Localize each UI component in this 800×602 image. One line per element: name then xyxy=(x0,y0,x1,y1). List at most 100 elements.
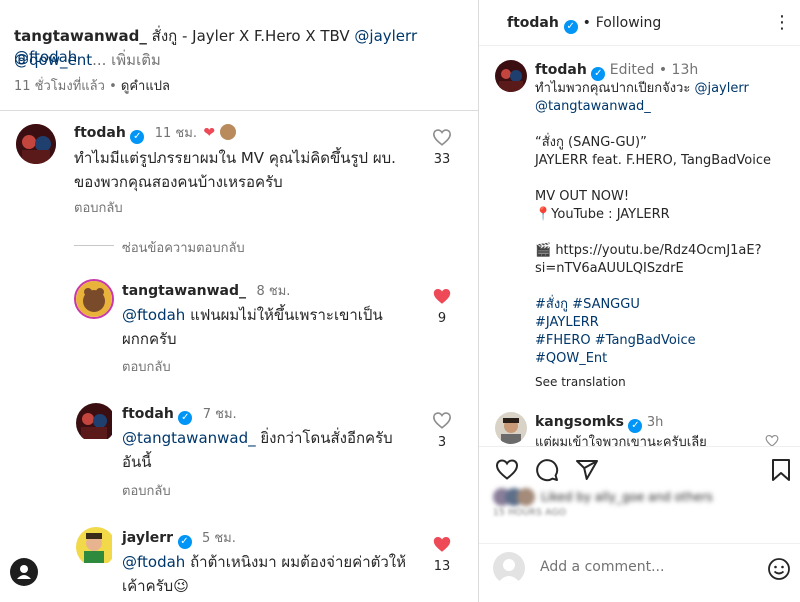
caption-line: 📍YouTube : JAYLERR xyxy=(535,207,670,222)
caption-line: ทำไมพวกคุณปากเปียกจังวะ @jaylerr xyxy=(535,80,749,98)
avatar-image-tangtawanwad xyxy=(76,281,112,317)
caption-meta: 11 ชั่วโมงที่แล้ว • ดูคำแปล xyxy=(14,75,170,96)
avatar-image-kangsomks xyxy=(495,412,527,444)
caption-line: @tangtawanwad_ xyxy=(535,98,651,116)
heart-filled-icon[interactable] xyxy=(432,535,452,553)
comment-text: แต่ผมเข้าใจพวกเขานะครับเลีย xyxy=(535,435,707,446)
hide-replies-button[interactable]: ซ่อนข้อความตอบกลับ xyxy=(122,237,245,258)
comment-text: @ftodah แฟนผมไม่ให้ขึ้นเพราะเขาเป็น ผกกค… xyxy=(122,303,383,351)
post-header: ftodah ✓ • Following ⋮ xyxy=(479,0,800,46)
avatar[interactable] xyxy=(495,412,527,444)
add-comment-bar: Add a comment... xyxy=(479,543,800,593)
verified-badge-icon: ✓ xyxy=(130,130,145,144)
comment-time: 5 ชม. xyxy=(201,531,236,546)
comment-header: jaylerr ✓ 5 ชม. xyxy=(122,527,236,549)
comment-text-line: แฟนผมไม่ให้ขึ้นเพราะเขาเป็น xyxy=(185,306,383,324)
heart-filled-icon[interactable] xyxy=(432,287,452,305)
comment-text-line: อันนี้ xyxy=(122,453,152,471)
caption-more-link[interactable]: ... เพิ่มเติม xyxy=(92,51,161,69)
more-options-icon[interactable]: ⋮ xyxy=(773,12,791,33)
action-bar xyxy=(495,458,791,482)
comment-text: @tangtawanwad_ ยิ่งกว่าโดนสั่งอีกครับ อั… xyxy=(122,426,393,474)
avatar[interactable] xyxy=(495,60,527,92)
like-count: 13 xyxy=(433,559,451,574)
divider xyxy=(0,110,478,111)
youtube-link[interactable]: 🎬 https://youtu.be/Rdz4OcmJ1aE? xyxy=(535,242,762,260)
reply-button[interactable]: ตอบกลับ xyxy=(74,197,123,218)
hashtags[interactable]: #JAYLERR xyxy=(535,314,599,332)
user-profile-button[interactable] xyxy=(10,558,38,586)
like-box: 33 xyxy=(427,128,457,167)
comment-header: tangtawanwad_ 8 ชม. xyxy=(122,280,290,301)
comment-header: ftodah ✓ 7 ชม. xyxy=(122,403,237,425)
mention-jaylerr[interactable]: @jaylerr xyxy=(354,27,417,45)
comment-time: 8 ชม. xyxy=(256,284,291,299)
caption-time: 11 ชั่วโมงที่แล้ว xyxy=(14,79,105,94)
caption-author[interactable]: tangtawanwad_ xyxy=(14,27,147,45)
post-age: 15 HOURS AGO xyxy=(493,508,567,518)
emoji-icon[interactable] xyxy=(767,557,791,581)
mention-qow-ent[interactable]: @qow_ent xyxy=(14,51,92,69)
meta-dot: • xyxy=(109,79,117,94)
avatar-image-ftodah xyxy=(16,124,56,164)
avatar[interactable] xyxy=(16,124,56,164)
reply-button[interactable]: ตอบกลับ xyxy=(122,480,171,501)
mention-ftodah[interactable]: @ftodah xyxy=(122,306,185,324)
comment-username[interactable]: jaylerr xyxy=(122,530,173,546)
post-author-line: ftodah ✓ Edited • 13h xyxy=(535,62,698,81)
like-box: 13 xyxy=(427,535,457,574)
caption-text: ทำไมพวกคุณปากเปียกจังวะ xyxy=(535,81,695,96)
post-panel: ftodah ✓ • Following ⋮ ftodah ✓ Edited •… xyxy=(478,0,800,602)
heart-outline-icon[interactable] xyxy=(432,128,452,146)
heart-outline-icon[interactable] xyxy=(432,411,452,429)
comment-time: 7 ชม. xyxy=(202,407,237,422)
youtube-link[interactable]: si=nTV6aAUULQISzdrE xyxy=(535,260,684,278)
mention-tangtawanwad[interactable]: @tangtawanwad_ xyxy=(122,429,256,447)
avatar[interactable] xyxy=(76,527,116,567)
comment-text-line: ทำไมมีแต่รูปภรรยาผมใน MV คุณไม่คิดขึ้นรู… xyxy=(74,149,396,167)
verified-badge-icon: ✓ xyxy=(563,20,578,34)
see-translation-link[interactable]: See translation xyxy=(535,373,626,391)
post-time: 13h xyxy=(671,62,699,78)
caption-line: “สั่งกู (SANG-GU)” xyxy=(535,135,647,150)
mention-ftodah[interactable]: @ftodah xyxy=(122,553,185,571)
hashtags[interactable]: #สั่งกู #SANGGU xyxy=(535,296,640,314)
meta-dot: • xyxy=(658,62,668,78)
default-avatar-icon xyxy=(497,559,521,584)
wink-emoji-icon: 😉 xyxy=(173,577,189,595)
reply-button[interactable]: ตอบกลับ xyxy=(122,356,171,377)
translate-link[interactable]: ดูคำแปล xyxy=(121,79,170,94)
my-avatar xyxy=(493,552,525,584)
hashtags[interactable]: #QOW_Ent xyxy=(535,350,607,368)
following-button[interactable]: Following xyxy=(596,15,662,31)
comment-input[interactable]: Add a comment... xyxy=(540,559,664,575)
avatar[interactable] xyxy=(76,403,116,443)
avatar-image-ftodah xyxy=(495,60,527,92)
like-count: 33 xyxy=(433,152,451,167)
comment-username[interactable]: ftodah xyxy=(122,406,174,422)
like-count: 9 xyxy=(437,311,447,326)
comment-username[interactable]: tangtawanwad_ xyxy=(122,283,246,299)
divider xyxy=(479,446,800,447)
comment-username[interactable]: kangsomks xyxy=(535,414,624,430)
comment-icon[interactable] xyxy=(535,458,559,482)
header-dot: • xyxy=(582,15,591,31)
avatar[interactable] xyxy=(74,279,114,319)
likes-summary: Liked by ally_goe and others 15 HOURS AG… xyxy=(493,488,733,518)
hashtags[interactable]: #FHERO #TangBadVoice xyxy=(535,332,696,350)
comment-text-line: ของพวกคุณสองคนบ้างเหรอครับ xyxy=(74,173,283,191)
likes-text[interactable]: Liked by ally_goe and others xyxy=(541,490,713,504)
like-icon[interactable] xyxy=(495,458,519,480)
save-bookmark-icon[interactable] xyxy=(771,458,791,482)
comment-username[interactable]: ftodah xyxy=(74,125,126,141)
mention-tangtawanwad[interactable]: @tangtawanwad_ xyxy=(535,99,651,114)
share-icon[interactable] xyxy=(575,458,599,482)
header-username[interactable]: ftodah xyxy=(507,15,559,31)
heart-outline-icon[interactable] xyxy=(765,434,779,446)
comment-text-line: ยิ่งกว่าโดนสั่งอีกครับ xyxy=(255,429,393,447)
comment-time: 11 ชม. xyxy=(154,126,197,141)
comments-pane: tangtawanwad_ สั่งกู - Jayler X F.Hero X… xyxy=(0,0,478,602)
post-author[interactable]: ftodah xyxy=(535,62,587,78)
liker-avatars xyxy=(493,488,535,506)
mention-jaylerr[interactable]: @jaylerr xyxy=(694,81,748,96)
